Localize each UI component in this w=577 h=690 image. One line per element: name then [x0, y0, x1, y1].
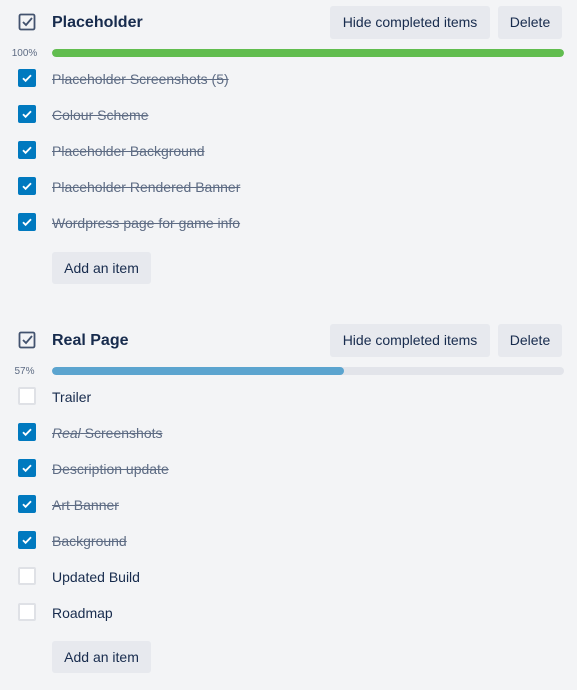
checkmark-icon	[22, 500, 32, 509]
item-checkbox[interactable]	[18, 423, 36, 441]
checklist-items: Placeholder Screenshots (5) Colour Scheme…	[0, 67, 577, 247]
item-text-main: Art Banner	[52, 497, 119, 513]
checklist-item[interactable]: Wordpress page for game info	[0, 211, 577, 247]
item-text-main: Placeholder Background	[52, 143, 205, 159]
item-checkbox[interactable]	[18, 603, 36, 621]
checklist-icon	[17, 330, 37, 350]
checklist-item[interactable]: Placeholder Background	[0, 139, 577, 175]
add-item-button[interactable]: Add an item	[52, 252, 151, 284]
checklist-title: Real Page	[52, 332, 129, 349]
progress-fill	[52, 367, 344, 375]
item-text[interactable]: Colour Scheme	[52, 107, 149, 123]
checkmark-icon	[22, 218, 32, 227]
item-text[interactable]: Trailer	[52, 389, 91, 405]
item-checkbox[interactable]	[18, 141, 36, 159]
item-text[interactable]: Wordpress page for game info	[52, 215, 240, 231]
item-text-main: Placeholder Screenshots (5)	[52, 71, 229, 87]
checkmark-icon	[22, 110, 32, 119]
checklist-real-page: Real Page Hide completed items Delete 57…	[0, 321, 577, 673]
checklist-item[interactable]: Updated Build	[0, 565, 577, 601]
progress-track	[52, 49, 564, 57]
item-text-main: Trailer	[52, 389, 92, 405]
item-checkbox[interactable]	[18, 531, 36, 549]
item-text[interactable]: Art Banner	[52, 497, 119, 513]
item-text[interactable]: Roadmap	[52, 605, 113, 621]
item-text[interactable]: Updated Build	[52, 569, 140, 585]
progress-percent: 100%	[11, 48, 38, 59]
checkmark-icon	[22, 536, 32, 545]
item-checkbox[interactable]	[18, 105, 36, 123]
checklist-item[interactable]: Colour Scheme	[0, 103, 577, 139]
item-text-main: Roadmap	[52, 605, 113, 621]
progress-track	[52, 367, 564, 375]
item-text[interactable]: Placeholder Background	[52, 143, 205, 159]
progress-row: 100%	[0, 45, 577, 67]
delete-checklist-button[interactable]: Delete	[498, 6, 562, 39]
item-checkbox[interactable]	[18, 495, 36, 513]
item-text-main: Placeholder Rendered Banner	[52, 179, 241, 195]
checklist-item[interactable]: Description update	[0, 457, 577, 493]
checklist-item[interactable]: Real Screenshots	[0, 421, 577, 457]
checkmark-icon	[22, 182, 32, 191]
checklist-item[interactable]: Trailer	[0, 385, 577, 421]
item-text[interactable]: Description update	[52, 461, 169, 477]
item-text-main: Screenshots	[80, 425, 163, 441]
item-text-main: Description update	[52, 461, 169, 477]
hide-completed-button[interactable]: Hide completed items	[330, 324, 490, 357]
add-item-button[interactable]: Add an item	[52, 641, 151, 673]
item-checkbox[interactable]	[18, 567, 36, 585]
checkmark-icon	[22, 74, 32, 83]
item-text[interactable]: Placeholder Rendered Banner	[52, 179, 240, 195]
checklist-header: Real Page Hide completed items Delete	[0, 321, 577, 357]
item-checkbox[interactable]	[18, 459, 36, 477]
item-checkbox[interactable]	[18, 177, 36, 195]
item-text[interactable]: Background	[52, 533, 127, 549]
checkmark-icon	[22, 428, 32, 437]
item-text-main: Background	[52, 533, 127, 549]
hide-completed-button[interactable]: Hide completed items	[330, 6, 490, 39]
progress-row: 57%	[0, 363, 577, 385]
item-text[interactable]: Placeholder Screenshots (5)	[52, 71, 229, 87]
checklist-header: Placeholder Hide completed items Delete	[0, 3, 577, 39]
checkmark-icon	[22, 146, 32, 155]
checklist-item[interactable]: Placeholder Rendered Banner	[0, 175, 577, 211]
checklist-item[interactable]: Placeholder Screenshots (5)	[0, 67, 577, 103]
progress-fill	[52, 49, 564, 57]
checklist-item[interactable]: Art Banner	[0, 493, 577, 529]
checklist-item[interactable]: Background	[0, 529, 577, 565]
item-checkbox[interactable]	[18, 213, 36, 231]
checklist-title: Placeholder	[52, 14, 143, 31]
item-text-main: Updated Build	[52, 569, 140, 585]
checklist-icon	[17, 12, 37, 32]
item-text-emphasis: Real	[52, 425, 81, 441]
progress-percent: 57%	[14, 366, 35, 377]
checklist-item[interactable]: Roadmap	[0, 601, 577, 637]
item-text-main: Wordpress page for game info	[52, 215, 241, 231]
item-text[interactable]: Real Screenshots	[52, 425, 163, 441]
item-checkbox[interactable]	[18, 387, 36, 405]
checklist-placeholder: Placeholder Hide completed items Delete …	[0, 3, 577, 284]
item-text-main: Colour Scheme	[52, 107, 149, 123]
delete-checklist-button[interactable]: Delete	[498, 324, 562, 357]
item-checkbox[interactable]	[18, 69, 36, 87]
checkmark-icon	[22, 464, 32, 473]
checklist-items: Trailer Real Screenshots Description updat…	[0, 385, 577, 637]
